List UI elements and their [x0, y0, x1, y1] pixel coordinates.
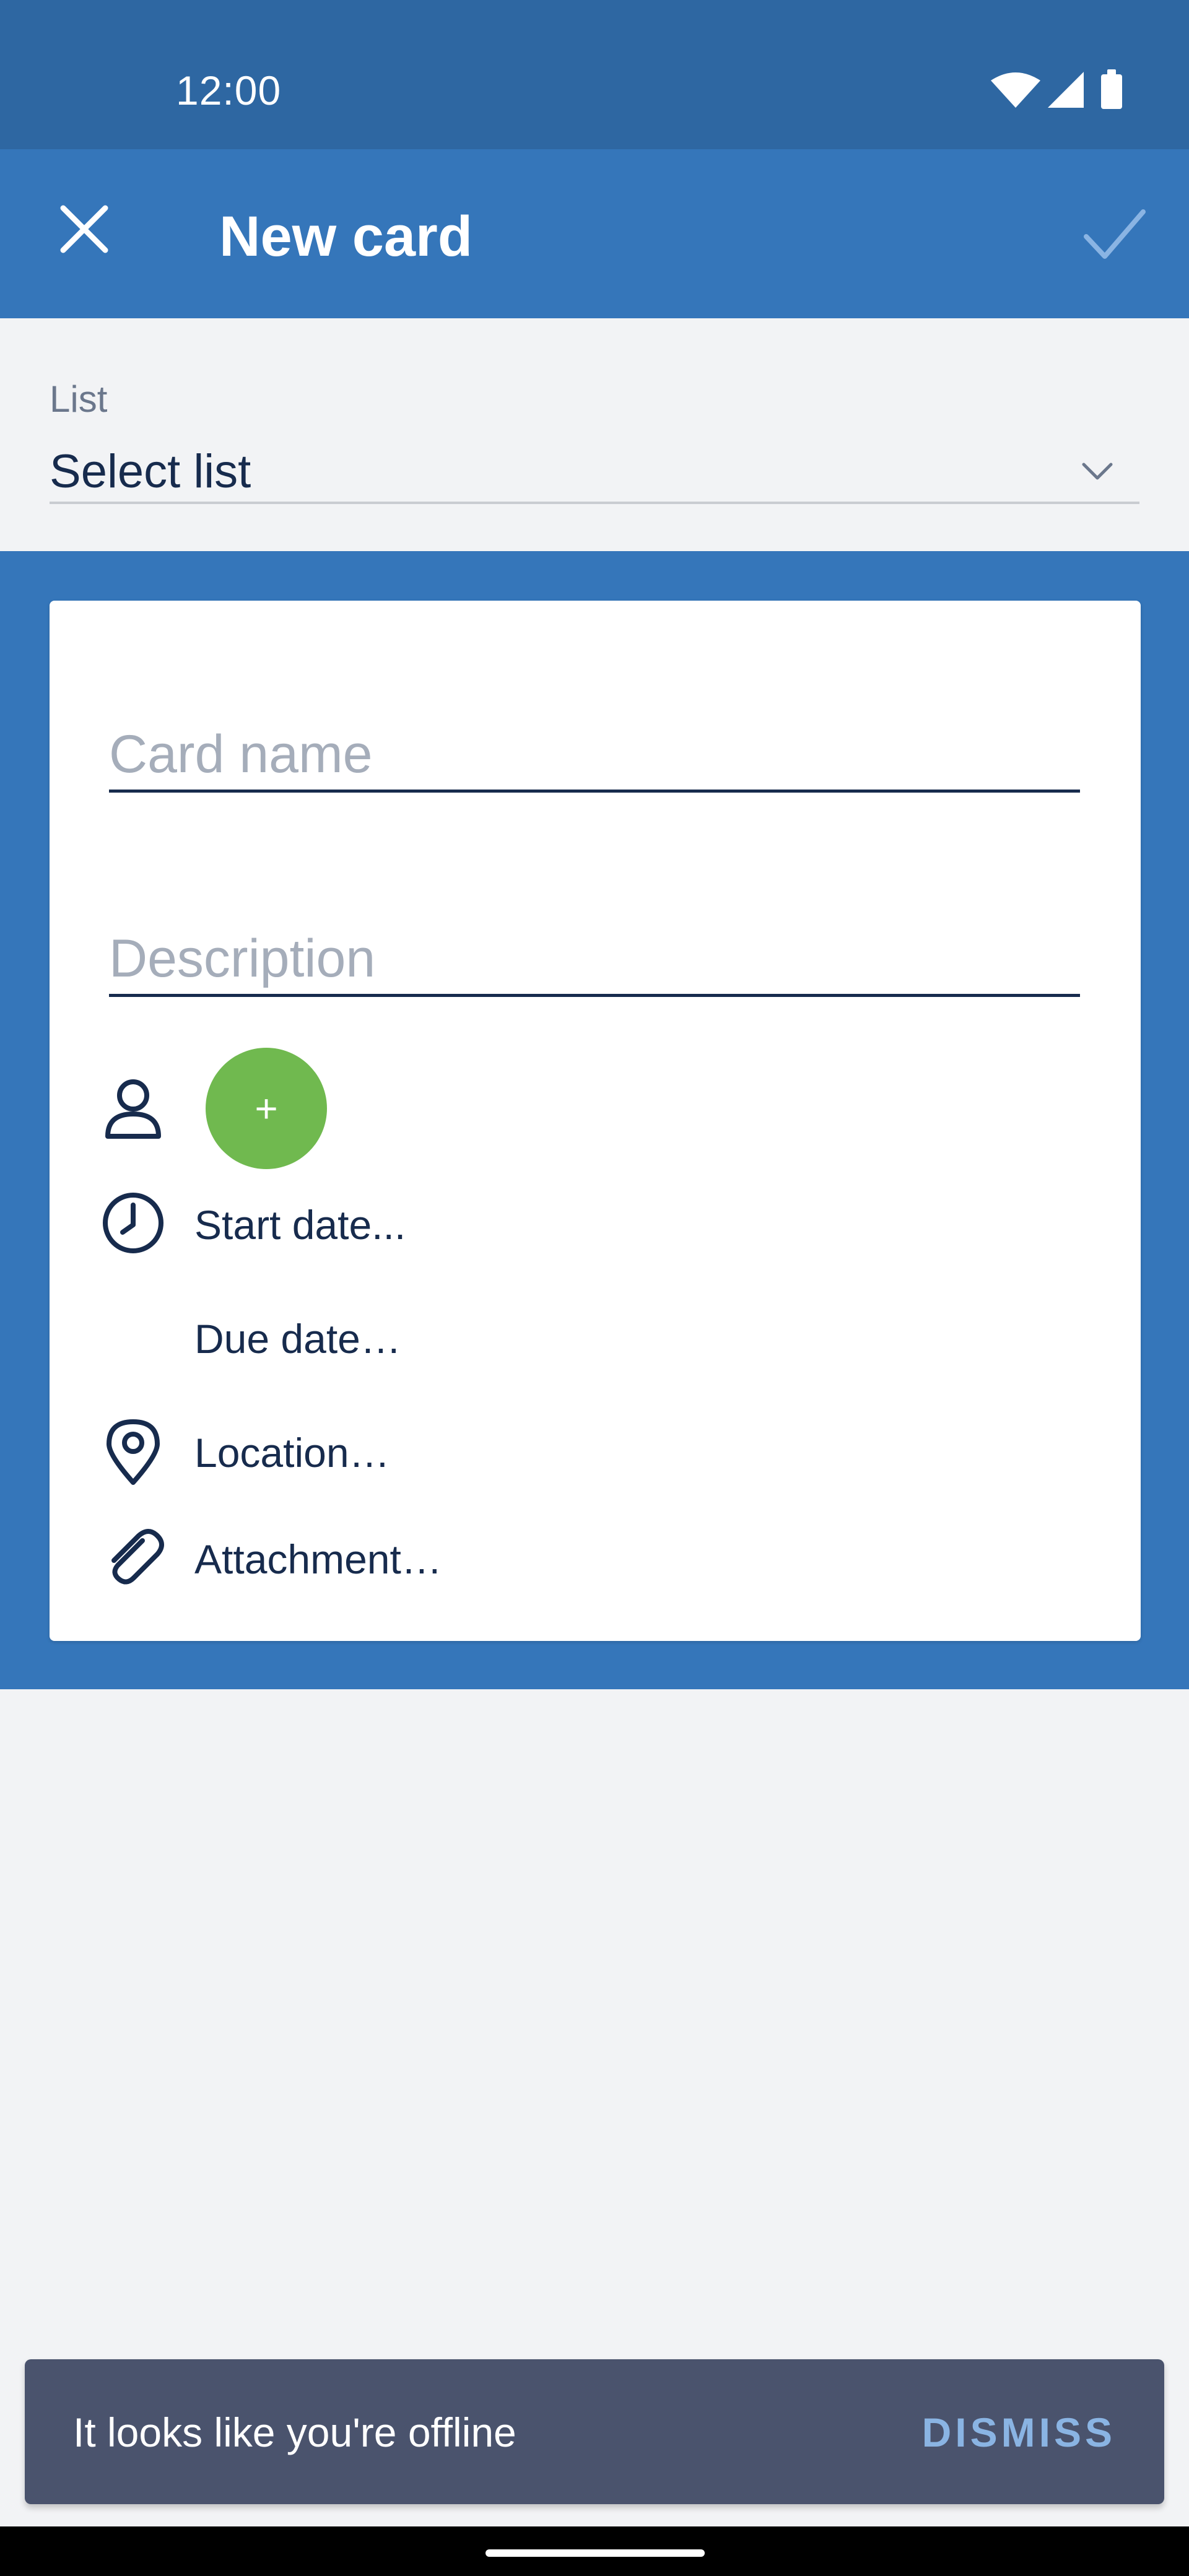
list-select[interactable]: Select list	[50, 440, 1139, 504]
due-date-button[interactable]: Due date…	[194, 1315, 401, 1362]
list-label: List	[50, 378, 108, 420]
clock-icon	[103, 1193, 163, 1253]
battery-icon	[1101, 74, 1122, 109]
dismiss-button[interactable]: DISMISS	[922, 2409, 1116, 2456]
page-title: New card	[219, 205, 473, 268]
list-section	[0, 318, 1189, 551]
signal-icon	[1048, 72, 1084, 108]
status-icons	[991, 69, 1122, 109]
status-time: 12:00	[176, 67, 282, 113]
card-name-input[interactable]	[109, 720, 1080, 790]
location-pin-icon	[107, 1419, 160, 1485]
start-date-button[interactable]: Start date...	[194, 1201, 406, 1248]
check-icon[interactable]	[1078, 199, 1152, 268]
attachment-button[interactable]: Attachment…	[194, 1536, 442, 1583]
wifi-icon	[991, 72, 1040, 108]
home-gesture-handle[interactable]	[486, 2549, 705, 2557]
location-button[interactable]: Location…	[194, 1429, 390, 1476]
card-name-field[interactable]	[109, 720, 1080, 793]
app-bar	[0, 149, 1189, 318]
description-field[interactable]	[109, 924, 1080, 997]
offline-snackbar: It looks like you're offline DISMISS	[25, 2359, 1164, 2504]
close-icon[interactable]	[54, 199, 114, 259]
snackbar-message: It looks like you're offline	[73, 2409, 516, 2455]
paperclip-icon	[111, 1529, 164, 1585]
add-member-button[interactable]: +	[206, 1048, 327, 1169]
chevron-down-icon	[1082, 463, 1113, 480]
person-icon	[105, 1079, 161, 1139]
list-select-value: Select list	[50, 445, 251, 498]
description-input[interactable]	[109, 924, 1080, 994]
